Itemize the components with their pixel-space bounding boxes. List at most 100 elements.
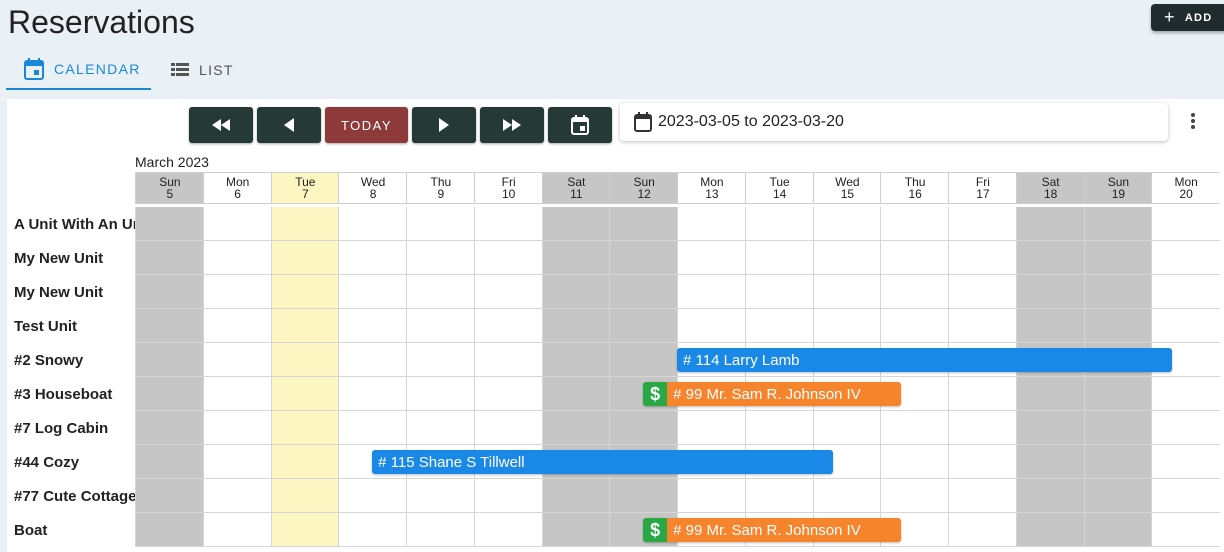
calendar-cell[interactable] — [1083, 513, 1153, 547]
calendar-cell[interactable] — [135, 275, 204, 309]
calendar-cell[interactable] — [270, 207, 340, 241]
jump-forward-button[interactable] — [480, 107, 544, 143]
calendar-cell[interactable] — [1015, 479, 1085, 513]
calendar-cell[interactable] — [541, 207, 611, 241]
calendar-cell[interactable] — [880, 479, 949, 513]
calendar-cell[interactable] — [1151, 275, 1220, 309]
calendar-cell[interactable] — [880, 207, 949, 241]
calendar-cell[interactable] — [812, 207, 882, 241]
calendar-cell[interactable] — [1083, 445, 1153, 479]
calendar-cell[interactable] — [609, 411, 678, 445]
calendar-cell[interactable] — [880, 445, 949, 479]
calendar-cell[interactable] — [473, 241, 543, 275]
calendar-cell[interactable] — [406, 275, 475, 309]
calendar-cell[interactable] — [406, 479, 475, 513]
calendar-cell[interactable] — [202, 377, 272, 411]
calendar-cell[interactable] — [1083, 241, 1153, 275]
calendar-cell[interactable] — [541, 275, 611, 309]
calendar-cell[interactable] — [338, 275, 407, 309]
calendar-cell[interactable] — [1151, 479, 1220, 513]
calendar-cell[interactable] — [135, 241, 204, 275]
calendar-cell[interactable] — [677, 411, 746, 445]
calendar-cell[interactable] — [270, 411, 340, 445]
reservation-bar[interactable]: # 114 Larry Lamb — [677, 348, 1172, 372]
calendar-cell[interactable] — [202, 241, 272, 275]
calendar-cell[interactable] — [406, 411, 475, 445]
calendar-cell[interactable] — [338, 513, 407, 547]
calendar-cell[interactable] — [609, 479, 678, 513]
calendar-cell[interactable] — [135, 309, 204, 343]
calendar-cell[interactable] — [948, 309, 1017, 343]
calendar-cell[interactable] — [135, 513, 204, 547]
calendar-cell[interactable] — [406, 377, 475, 411]
calendar-cell[interactable] — [880, 241, 949, 275]
calendar-cell[interactable] — [1083, 309, 1153, 343]
calendar-cell[interactable] — [473, 207, 543, 241]
calendar-cell[interactable] — [270, 377, 340, 411]
calendar-cell[interactable] — [473, 343, 543, 377]
calendar-cell[interactable] — [135, 343, 204, 377]
calendar-cell[interactable] — [202, 275, 272, 309]
calendar-cell[interactable] — [202, 513, 272, 547]
calendar-cell[interactable] — [541, 411, 611, 445]
tab-list[interactable]: LIST — [151, 50, 261, 90]
calendar-cell[interactable] — [135, 411, 204, 445]
tab-calendar[interactable]: CALENDAR — [6, 50, 151, 90]
calendar-cell[interactable] — [406, 207, 475, 241]
calendar-cell[interactable] — [338, 411, 407, 445]
calendar-cell[interactable] — [135, 445, 204, 479]
calendar-cell[interactable] — [541, 241, 611, 275]
calendar-cell[interactable] — [744, 411, 814, 445]
calendar-cell[interactable] — [948, 377, 1017, 411]
calendar-cell[interactable] — [541, 309, 611, 343]
calendar-cell[interactable] — [744, 241, 814, 275]
previous-button[interactable] — [257, 107, 321, 143]
calendar-cell[interactable] — [948, 241, 1017, 275]
calendar-cell[interactable] — [1015, 445, 1085, 479]
calendar-cell[interactable] — [406, 343, 475, 377]
pick-date-button[interactable] — [548, 107, 612, 143]
calendar-cell[interactable] — [609, 309, 678, 343]
calendar-cell[interactable] — [473, 479, 543, 513]
calendar-cell[interactable] — [677, 241, 746, 275]
calendar-cell[interactable] — [270, 309, 340, 343]
calendar-cell[interactable] — [473, 377, 543, 411]
calendar-cell[interactable] — [948, 513, 1017, 547]
calendar-cell[interactable] — [338, 309, 407, 343]
calendar-cell[interactable] — [135, 479, 204, 513]
calendar-cell[interactable] — [541, 479, 611, 513]
calendar-cell[interactable] — [744, 207, 814, 241]
calendar-cell[interactable] — [948, 411, 1017, 445]
calendar-cell[interactable] — [473, 275, 543, 309]
calendar-cell[interactable] — [1083, 377, 1153, 411]
calendar-cell[interactable] — [677, 275, 746, 309]
reservation-bar[interactable]: $ # 99 Mr. Sam R. Johnson IV — [643, 382, 901, 406]
calendar-cell[interactable] — [948, 275, 1017, 309]
calendar-cell[interactable] — [1015, 377, 1085, 411]
calendar-cell[interactable] — [1151, 309, 1220, 343]
calendar-cell[interactable] — [1151, 377, 1220, 411]
calendar-cell[interactable] — [541, 343, 611, 377]
more-options-button[interactable] — [1183, 109, 1203, 133]
calendar-cell[interactable] — [1151, 445, 1220, 479]
calendar-cell[interactable] — [270, 445, 340, 479]
calendar-cell[interactable] — [744, 309, 814, 343]
calendar-cell[interactable] — [1083, 479, 1153, 513]
calendar-cell[interactable] — [1015, 207, 1085, 241]
calendar-cell[interactable] — [880, 309, 949, 343]
calendar-cell[interactable] — [270, 241, 340, 275]
next-button[interactable] — [412, 107, 476, 143]
calendar-cell[interactable] — [1151, 411, 1220, 445]
calendar-cell[interactable] — [202, 445, 272, 479]
calendar-cell[interactable] — [338, 479, 407, 513]
calendar-cell[interactable] — [812, 241, 882, 275]
calendar-cell[interactable] — [202, 479, 272, 513]
add-button[interactable]: + ADD — [1151, 4, 1224, 31]
calendar-cell[interactable] — [880, 275, 949, 309]
calendar-cell[interactable] — [1015, 275, 1085, 309]
calendar-cell[interactable] — [1151, 241, 1220, 275]
calendar-cell[interactable] — [338, 207, 407, 241]
calendar-cell[interactable] — [270, 513, 340, 547]
calendar-cell[interactable] — [202, 411, 272, 445]
calendar-cell[interactable] — [202, 309, 272, 343]
